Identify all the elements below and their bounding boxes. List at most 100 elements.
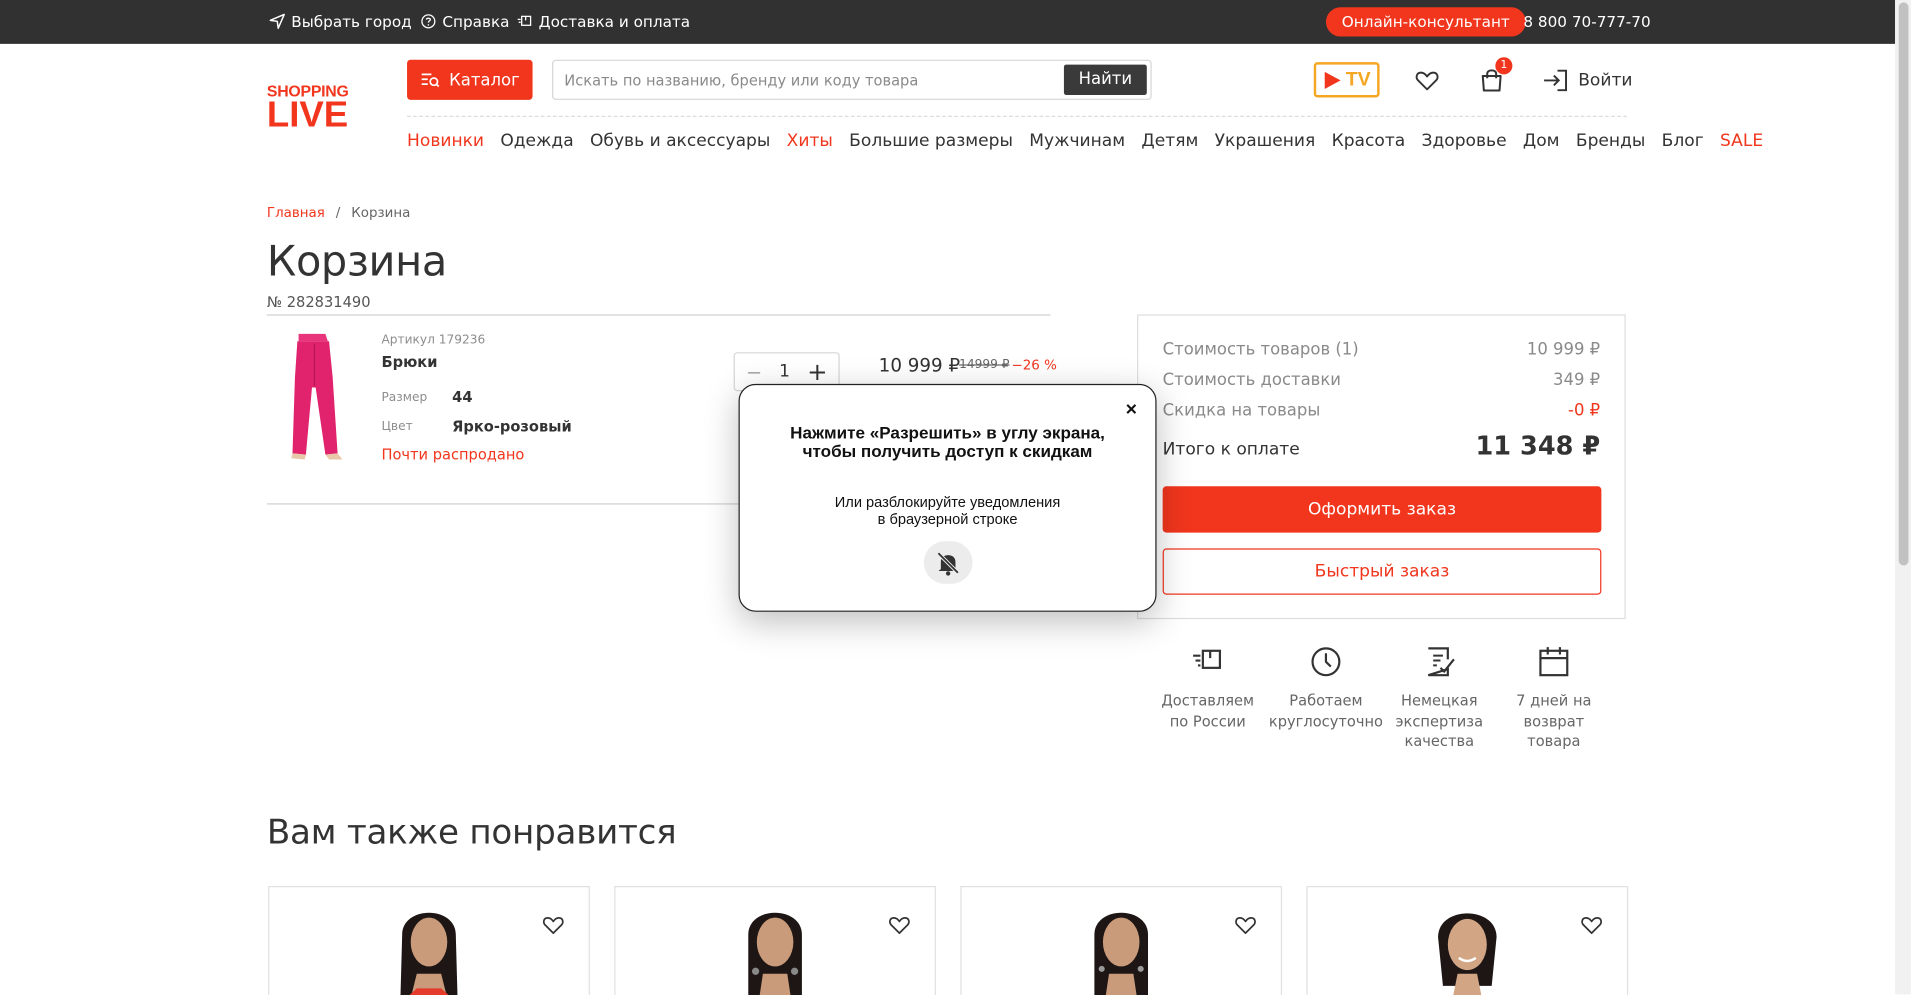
summary-total-row: Итого к оплате 11 348 ₽ [1163, 431, 1601, 460]
summary-total-value: 11 348 ₽ [1475, 431, 1601, 461]
breadcrumb-current: Корзина [351, 204, 411, 221]
top-bar: Выбрать город Справка Доставка и оплата … [0, 0, 1896, 44]
cart-count-badge: 1 [1495, 57, 1513, 75]
nav-item[interactable]: Большие размеры [849, 132, 1013, 151]
favorite-heart-icon[interactable] [541, 913, 565, 937]
breadcrumb: Главная / Корзина [267, 205, 410, 221]
summary-delivery-label: Стоимость доставки [1162, 370, 1341, 390]
product-card[interactable] [614, 885, 936, 995]
product-article: Артикул 179236 [381, 333, 486, 348]
delivery-icon [1193, 649, 1222, 669]
nav-item[interactable]: Дом [1523, 132, 1560, 151]
checklist-icon [1427, 647, 1455, 677]
summary-discount-row: Скидка на товары -0 ₽ [1163, 401, 1601, 420]
scrollbar-thumb[interactable] [1898, 2, 1909, 566]
city-selector-label: Выбрать город [291, 12, 412, 31]
breadcrumb-home[interactable]: Главная [267, 205, 325, 221]
delivery-link[interactable]: Доставка и оплата [517, 12, 690, 30]
summary-total-label: Итого к оплате [1162, 439, 1300, 460]
product-name[interactable]: Брюки [381, 353, 437, 370]
page-title: Корзина [266, 237, 447, 287]
feature-quality-line3: качества [1404, 732, 1475, 750]
product-card-image [748, 912, 802, 995]
feature-quality: Немецкая экспертиза качества [1381, 645, 1498, 752]
nav-item[interactable]: Украшения [1215, 132, 1316, 151]
popup-heading-line1: Нажмите «Разрешить» в углу экрана, [790, 422, 1105, 443]
feature-24h-line1: Работаем [1289, 692, 1363, 710]
favorites-heart-icon[interactable] [1414, 67, 1441, 94]
search-button[interactable]: Найти [1063, 64, 1147, 96]
nav-item[interactable]: Новинки [407, 132, 484, 151]
product-image[interactable] [274, 329, 360, 464]
summary-delivery-value: 349 ₽ [1553, 370, 1601, 390]
site-logo[interactable]: SHOPPING LIVE [266, 83, 362, 136]
product-card[interactable] [960, 885, 1283, 995]
nav-item[interactable]: Хиты [787, 132, 833, 151]
feature-return-line2: возврат [1523, 712, 1585, 730]
product-card[interactable] [1306, 885, 1629, 995]
quantity-increase-button[interactable]: + [807, 357, 827, 386]
divider [266, 314, 1051, 316]
nav-item[interactable]: Обувь и аксессуары [590, 132, 770, 151]
delivery-link-label: Доставка и оплата [538, 12, 691, 31]
popup-text: Или разблокируйте уведомления в браузерн… [740, 493, 1156, 528]
color-value: Ярко-розовый [452, 418, 572, 436]
page-scrollbar[interactable] [1895, 0, 1911, 995]
order-number: № 282831490 [266, 293, 371, 311]
product-card[interactable] [268, 885, 590, 995]
popup-heading: Нажмите «Разрешить» в углу экрана, чтобы… [740, 422, 1156, 461]
location-arrow-icon [269, 13, 285, 30]
color-label: Цвет [381, 420, 413, 434]
summary-delivery-row: Стоимость доставки 349 ₽ [1163, 370, 1601, 389]
stock-status: Почти распродано [381, 446, 525, 464]
calendar-icon [1539, 647, 1569, 677]
bell-off-icon [923, 541, 973, 584]
breadcrumb-separator: / [335, 204, 341, 221]
recommendations-title: Вам также понравится [266, 811, 677, 852]
catalog-button[interactable]: Каталог [407, 59, 533, 100]
tv-button[interactable]: TV [1313, 62, 1380, 98]
nav-item[interactable]: Блог [1662, 132, 1704, 151]
nav-item[interactable]: Бренды [1576, 132, 1645, 151]
product-discount: −26 % [1011, 357, 1057, 373]
nav-item[interactable]: SALE [1720, 132, 1763, 151]
nav-item[interactable]: Здоровье [1422, 132, 1507, 151]
search-input[interactable] [564, 69, 1052, 92]
question-circle-icon [421, 14, 436, 29]
phone-number[interactable]: 8 800 70-777-70 [1523, 12, 1650, 30]
product-card-image [1438, 913, 1497, 995]
favorite-heart-icon[interactable] [887, 913, 911, 937]
product-card-image [400, 912, 458, 995]
popup-text-line2: в браузерной строке [877, 510, 1018, 528]
quick-order-button[interactable]: Быстрый заказ [1162, 548, 1602, 595]
favorite-heart-icon[interactable] [1579, 913, 1603, 937]
quantity-value[interactable]: 1 [779, 362, 790, 381]
quantity-decrease-button[interactable]: − [746, 360, 762, 383]
size-label: Размер [381, 391, 428, 405]
login-label: Войти [1578, 70, 1633, 91]
popup-text-line1: Или разблокируйте уведомления [834, 493, 1061, 511]
feature-return-line1: 7 дней на [1516, 692, 1592, 710]
login-button[interactable]: Войти [1543, 68, 1633, 92]
search-bar: Найти [552, 59, 1152, 100]
nav-divider [407, 115, 1627, 117]
feature-delivery: Доставляем по России [1149, 645, 1266, 732]
summary-discount-value: -0 ₽ [1568, 400, 1601, 421]
play-icon [1325, 71, 1341, 89]
popup-close-button[interactable]: × [1126, 400, 1137, 422]
main-nav: Новинки Одежда Обувь и аксессуары Хиты Больш… [407, 132, 1779, 151]
feature-return-line3: товара [1527, 732, 1581, 750]
nav-item[interactable]: Детям [1141, 132, 1198, 151]
city-selector[interactable]: Выбрать город [269, 12, 412, 31]
checkout-button[interactable]: Оформить заказ [1162, 486, 1602, 533]
delivery-box-icon [517, 15, 532, 26]
nav-item[interactable]: Одежда [500, 132, 573, 151]
favorite-heart-icon[interactable] [1233, 913, 1257, 937]
nav-item[interactable]: Мужчинам [1029, 132, 1125, 151]
nav-item[interactable]: Красота [1332, 132, 1406, 151]
help-link-label: Справка [442, 12, 510, 31]
help-link[interactable]: Справка [420, 12, 510, 31]
logo-bottom-text: LIVE [266, 95, 349, 136]
online-consultant-button[interactable]: Онлайн-консультант [1325, 7, 1526, 37]
clock-icon [1311, 647, 1341, 677]
